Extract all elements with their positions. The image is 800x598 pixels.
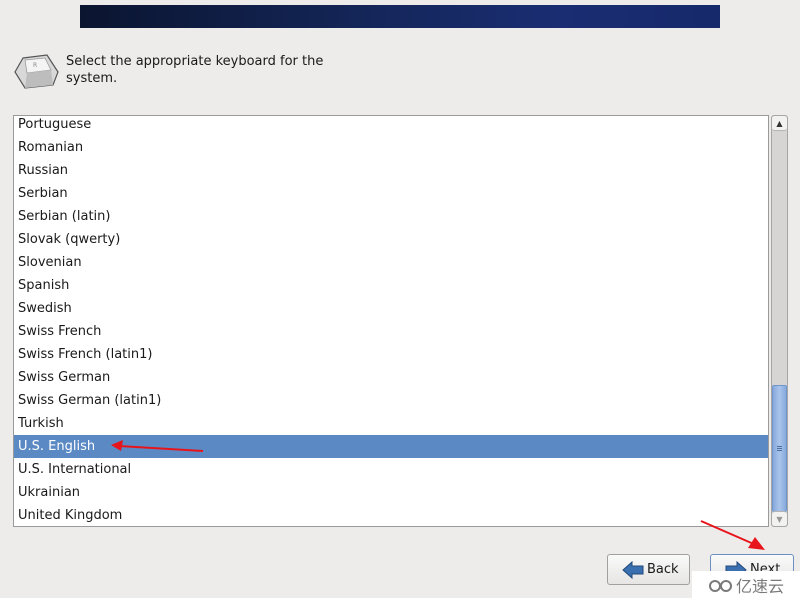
grip-icon <box>777 445 782 452</box>
list-item[interactable]: Ukrainian <box>14 481 768 504</box>
keyboard-key-icon: R <box>14 54 59 89</box>
scroll-down-button[interactable]: ▼ <box>772 511 787 526</box>
svg-text:R: R <box>33 62 37 69</box>
chevron-up-icon: ▲ <box>776 118 783 128</box>
list-item[interactable]: Slovenian <box>14 251 768 274</box>
list-item[interactable]: Swedish <box>14 297 768 320</box>
keyboard-prompt: Select the appropriate keyboard for the … <box>66 54 324 86</box>
scrollbar-thumb[interactable] <box>772 385 787 512</box>
list-item[interactable]: Portuguese <box>14 116 768 136</box>
watermark: 亿速云 <box>692 571 800 598</box>
list-item[interactable]: Romanian <box>14 136 768 159</box>
scroll-up-button[interactable]: ▲ <box>772 116 787 131</box>
cloud-logo-icon <box>708 579 732 592</box>
installer-banner <box>80 5 720 28</box>
list-item[interactable]: Turkish <box>14 412 768 435</box>
back-label: Back <box>647 562 679 577</box>
watermark-text: 亿速云 <box>735 576 784 596</box>
list-item[interactable]: Spanish <box>14 274 768 297</box>
list-scrollbar[interactable]: ▲ ▼ <box>771 115 788 527</box>
list-item-selected[interactable]: U.S. English <box>14 435 768 458</box>
list-item[interactable]: Serbian (latin) <box>14 205 768 228</box>
list-item[interactable]: Swiss French (latin1) <box>14 343 768 366</box>
chevron-down-icon: ▼ <box>776 514 783 524</box>
list-item[interactable]: Russian <box>14 159 768 182</box>
list-item[interactable]: Swiss German <box>14 366 768 389</box>
list-item[interactable]: Swiss French <box>14 320 768 343</box>
back-button[interactable]: Back <box>607 554 690 585</box>
list-item[interactable]: Serbian <box>14 182 768 205</box>
list-item[interactable]: Swiss German (latin1) <box>14 389 768 412</box>
keyboard-layout-list[interactable]: Portuguese Romanian Russian Serbian Serb… <box>13 115 769 527</box>
arrow-left-icon <box>622 560 644 579</box>
list-item[interactable]: Slovak (qwerty) <box>14 228 768 251</box>
list-item[interactable]: U.S. International <box>14 458 768 481</box>
list-item[interactable]: United Kingdom <box>14 504 768 526</box>
